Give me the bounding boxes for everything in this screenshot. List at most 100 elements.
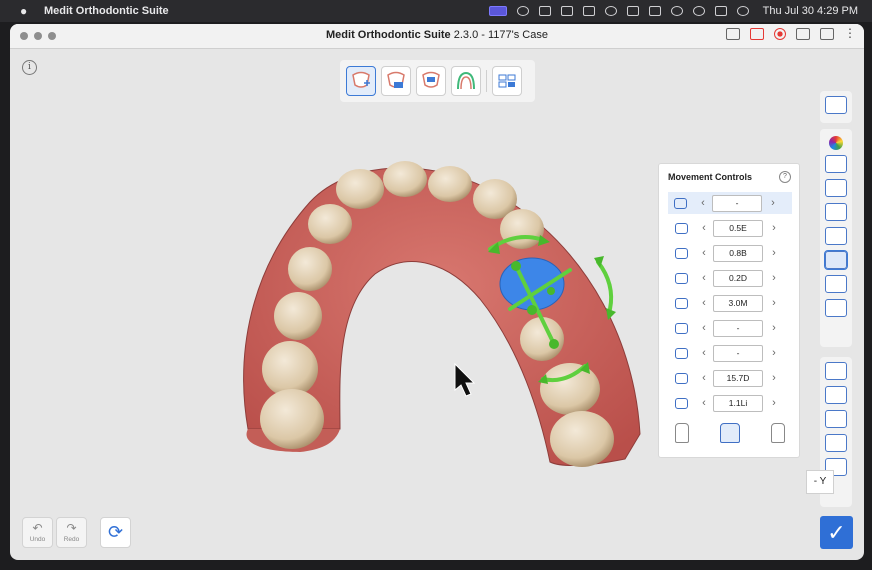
move-all-icon [674, 197, 687, 209]
chevron-right-icon[interactable]: › [767, 272, 781, 284]
macos-menubar: ● Medit Orthodontic Suite Thu Jul 30 4:2… [0, 0, 872, 22]
window-titlebar: Medit Orthodontic Suite 2.3.0 - 1177's C… [10, 24, 864, 49]
menubar-clock[interactable]: Thu Jul 30 4:29 PM [763, 5, 858, 17]
tooth-view-options [659, 423, 801, 443]
redo-button[interactable]: ↷ Redo [56, 517, 87, 548]
lower-jaw-icon[interactable] [824, 250, 848, 270]
movement-value-field[interactable]: 0.8B [713, 244, 763, 262]
maxilla-icon[interactable] [825, 386, 847, 404]
movement-controls-title: Movement Controls [668, 172, 753, 182]
chevron-left-icon[interactable]: ‹ [697, 222, 711, 234]
movement-row-intrusion[interactable]: ‹ - › [669, 342, 793, 364]
texture-icon[interactable] [825, 155, 847, 173]
movement-row-move-all[interactable]: ‹ - › [668, 192, 792, 214]
chevron-right-icon[interactable]: › [767, 247, 781, 259]
titlebar-tools: ⋮ [726, 27, 856, 40]
chevron-right-icon[interactable]: › [767, 372, 781, 384]
dental-arch-model[interactable] [10, 84, 664, 504]
torque-icon [675, 297, 688, 309]
script-icon[interactable] [582, 6, 595, 16]
undo-button[interactable]: ↶ Undo [22, 517, 53, 548]
scan-data-icon[interactable] [825, 96, 847, 114]
display-icon[interactable] [538, 6, 551, 16]
tooth-root-view-icon[interactable] [719, 423, 740, 443]
undo-label: Undo [29, 536, 46, 543]
tooth-full-view-icon[interactable] [771, 423, 786, 443]
movement-value-field[interactable]: 15.7D [713, 369, 763, 387]
movement-row-tip[interactable]: ‹ 0.8B › [669, 242, 793, 264]
movement-value-field[interactable]: 1.1Li [713, 394, 763, 412]
upper-jaw-icon[interactable] [825, 179, 847, 197]
menubar-status-area: Thu Jul 30 4:29 PM [488, 0, 858, 22]
chevron-right-icon[interactable]: › [767, 322, 781, 334]
movement-row-inclination[interactable]: ‹ 1.1Li › [669, 392, 793, 414]
movement-row-torque[interactable]: ‹ 3.0M › [669, 292, 793, 314]
front-view-icon[interactable] [825, 275, 847, 293]
search-icon[interactable] [692, 6, 705, 16]
movement-value-field[interactable]: 0.5E [713, 219, 763, 237]
window-mode-icon[interactable] [820, 28, 834, 40]
chevron-right-icon[interactable]: › [767, 397, 781, 409]
chevron-left-icon[interactable]: ‹ [697, 372, 711, 384]
mouse-cursor-icon [454, 362, 476, 397]
apple-icon[interactable]: ● [20, 4, 32, 18]
movement-value-field[interactable]: - [713, 319, 763, 337]
3d-viewport[interactable] [10, 84, 664, 504]
rotation-icon [675, 272, 688, 284]
help-icon[interactable]: ? [779, 171, 791, 183]
info-button[interactable]: i [22, 60, 37, 75]
movement-row-rotation[interactable]: ‹ 0.2D › [669, 267, 793, 289]
color-wheel-icon[interactable] [829, 136, 843, 150]
chevron-left-icon[interactable]: ‹ [697, 247, 711, 259]
inclination-icon [675, 397, 688, 409]
movement-row-angulation[interactable]: ‹ 15.7D › [669, 367, 793, 389]
keyboard-icon[interactable] [626, 6, 639, 16]
siri-icon[interactable] [736, 6, 749, 16]
redo-icon: ↷ [66, 521, 77, 535]
occlusion-icon[interactable] [825, 203, 847, 221]
movement-controls-panel: Movement Controls ? ‹ - › ‹ 0.5E › ‹ 0.8… [658, 163, 800, 458]
capture-icon[interactable] [560, 6, 573, 16]
alert-icon[interactable] [670, 6, 683, 16]
movement-value-field[interactable]: 3.0M [713, 294, 763, 312]
movement-row-translate[interactable]: ‹ 0.5E › [669, 217, 793, 239]
window-version-case: 2.3.0 - 1177's Case [453, 29, 548, 41]
creative-cloud-icon[interactable] [516, 6, 529, 16]
more-options-icon[interactable]: ⋮ [844, 27, 856, 40]
chevron-left-icon[interactable]: ‹ [697, 347, 711, 359]
movement-value-field[interactable]: - [712, 194, 762, 212]
both-arches-icon[interactable] [825, 434, 847, 452]
extrusion-icon [675, 322, 688, 334]
tip-icon [675, 247, 688, 259]
screen-capture-icon[interactable] [750, 28, 764, 40]
camera-icon[interactable] [796, 28, 810, 40]
chevron-left-icon[interactable]: ‹ [697, 322, 711, 334]
side-view-icon[interactable] [825, 227, 847, 245]
redo-label: Redo [63, 536, 80, 543]
movement-value-field[interactable]: - [713, 344, 763, 362]
chevron-left-icon[interactable]: ‹ [697, 297, 711, 309]
record-icon[interactable] [774, 28, 786, 40]
refresh-icon: ⟳ [107, 522, 124, 542]
chevron-right-icon[interactable]: › [767, 347, 781, 359]
screen-share-icon[interactable] [488, 6, 507, 16]
movement-value-field[interactable]: 0.2D [713, 269, 763, 287]
chevron-right-icon[interactable]: › [767, 297, 781, 309]
confirm-button[interactable]: ✓ [820, 516, 853, 549]
battery-icon[interactable] [648, 6, 661, 16]
chevron-right-icon[interactable]: › [766, 197, 780, 209]
back-view-icon[interactable] [825, 299, 847, 317]
control-center-icon[interactable] [714, 6, 727, 16]
chevron-right-icon[interactable]: › [767, 222, 781, 234]
mandible-icon[interactable] [825, 410, 847, 428]
chevron-left-icon[interactable]: ‹ [697, 397, 711, 409]
menubar-app-name[interactable]: Medit Orthodontic Suite [44, 5, 169, 17]
play-icon[interactable] [604, 6, 617, 16]
chevron-left-icon[interactable]: ‹ [696, 197, 710, 209]
tooth-axis-icon[interactable] [825, 362, 847, 380]
reset-view-button[interactable]: ⟳ [100, 517, 131, 548]
movement-row-extrusion[interactable]: ‹ - › [669, 317, 793, 339]
chevron-left-icon[interactable]: ‹ [697, 272, 711, 284]
tooth-crown-view-icon[interactable] [674, 423, 689, 443]
help-video-icon[interactable] [726, 28, 740, 40]
